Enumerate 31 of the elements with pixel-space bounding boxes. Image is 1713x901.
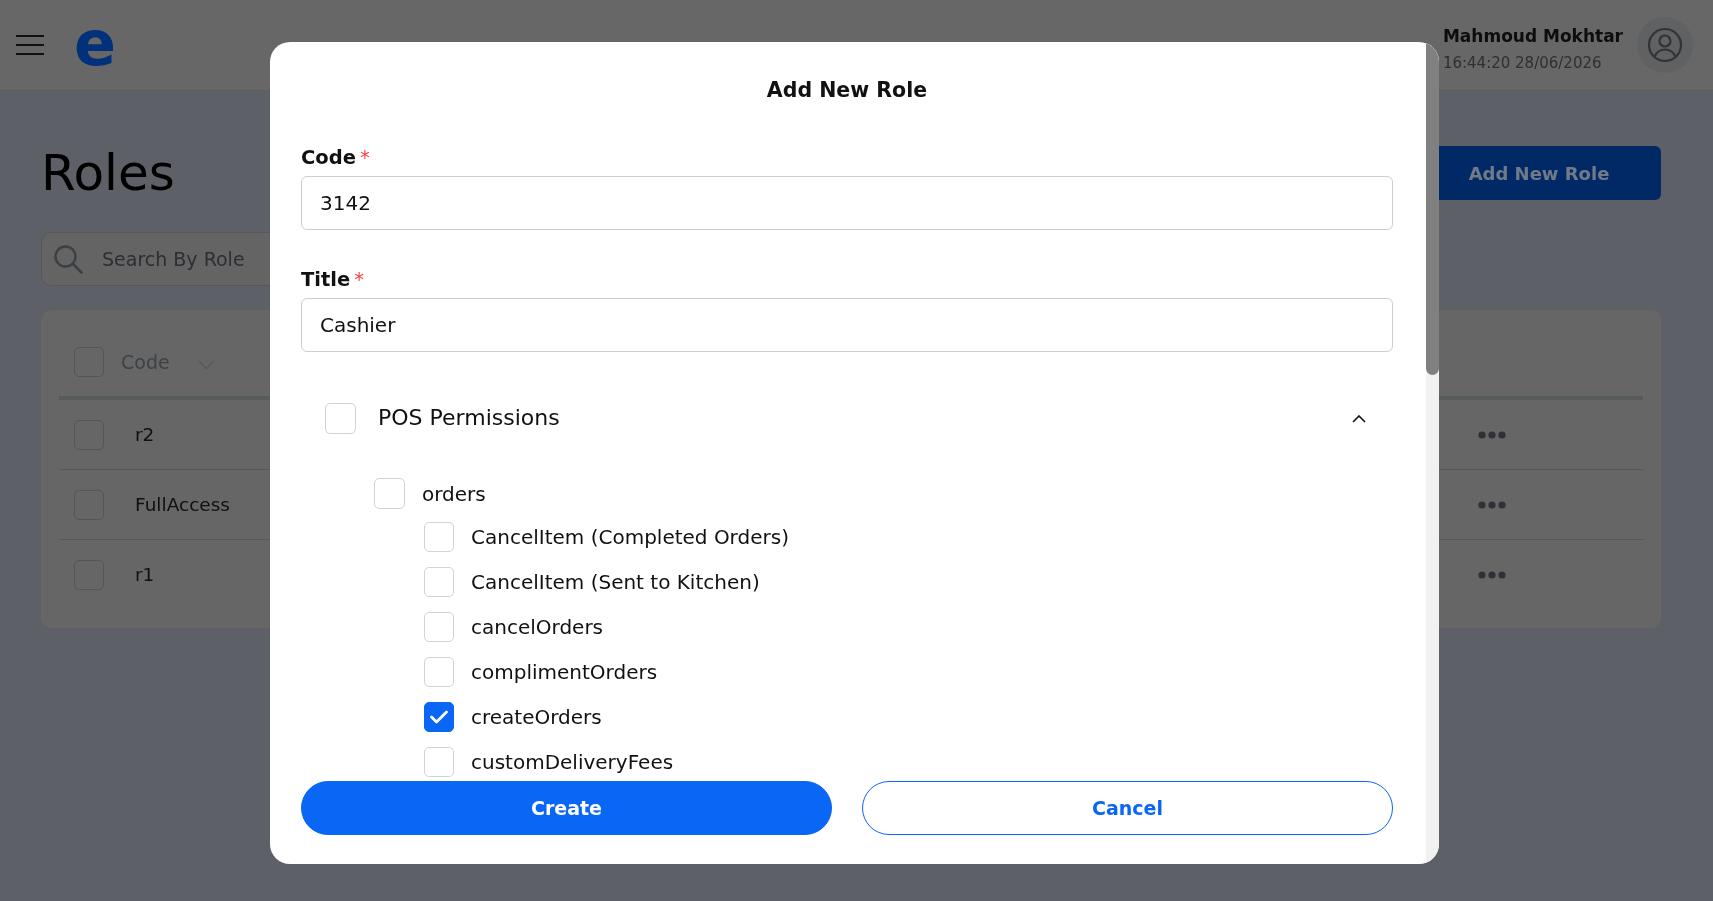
- table-cell-text: FullAccess: [135, 492, 230, 517]
- field-label: Code: [301, 146, 356, 170]
- permission-label[interactable]: CancelItem (Sent to Kitchen): [471, 570, 760, 594]
- scrollbar-thumb[interactable]: [1426, 42, 1439, 375]
- user-avatar-icon[interactable]: [1637, 17, 1693, 73]
- check-icon: [430, 710, 448, 724]
- cancel-button[interactable]: Cancel: [862, 781, 1393, 835]
- permission-label[interactable]: CancelItem (Completed Orders): [471, 525, 789, 549]
- permission-label[interactable]: createOrders: [471, 705, 602, 729]
- more-icon[interactable]: [1478, 500, 1506, 509]
- permission-label[interactable]: cancelOrders: [471, 615, 604, 639]
- permission-label[interactable]: orders: [422, 481, 486, 506]
- search-icon: [53, 244, 83, 274]
- menu-icon[interactable]: [16, 35, 44, 55]
- required-mark: *: [359, 146, 370, 170]
- permission-label[interactable]: customDeliveryFees: [471, 750, 674, 774]
- dialog-title: Add New Role: [765, 77, 929, 104]
- more-icon[interactable]: [1478, 571, 1506, 579]
- more-icon[interactable]: [1478, 430, 1506, 439]
- permission-label[interactable]: POS Permissions: [378, 405, 560, 432]
- create-button[interactable]: Create: [301, 781, 832, 835]
- table-cell-text: r1: [135, 563, 155, 588]
- input-field[interactable]: 3142: [301, 176, 1393, 230]
- chevron-up-icon[interactable]: [1352, 414, 1366, 423]
- page-title: Roles: [41, 143, 175, 203]
- permission-label[interactable]: complimentOrders: [471, 660, 658, 684]
- user-name: Mahmoud Mokhtar: [1442, 25, 1623, 49]
- table-cell-text: r2: [135, 422, 155, 447]
- date-time: 16:44:20 28/06/2026: [1442, 53, 1603, 75]
- checkbox[interactable]: [424, 702, 454, 732]
- input-field[interactable]: Cashier: [301, 298, 1393, 352]
